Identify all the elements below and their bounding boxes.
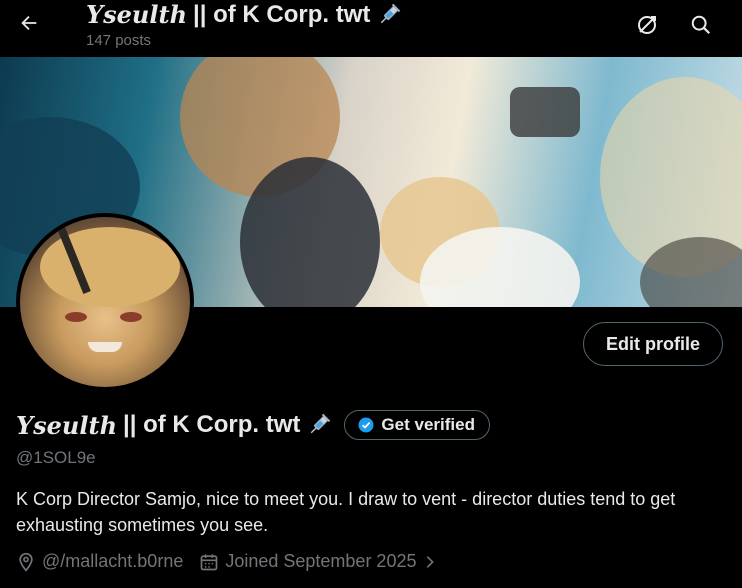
- page-title: Yseulth || of K Corp. twt: [86, 0, 402, 30]
- chevron-right-icon: [427, 555, 435, 568]
- get-verified-button[interactable]: Get verified: [344, 410, 490, 440]
- profile-handle: @1SOL9e: [16, 448, 96, 467]
- back-arrow-icon: [21, 15, 37, 31]
- profile-bio: K Corp Director Samjo, nice to meet you.…: [16, 489, 676, 535]
- search-button[interactable]: [685, 9, 717, 41]
- stats-button[interactable]: [631, 9, 663, 41]
- verified-badge-icon: [358, 417, 374, 433]
- calendar-icon: [201, 554, 218, 570]
- top-bar: Yseulth || of K Corp. twt 147 posts: [0, 0, 742, 57]
- profile-name-rest: || of K Corp. twt: [123, 411, 301, 438]
- location-icon: [19, 552, 33, 572]
- profile-name-fancy: Yseulth: [16, 410, 118, 440]
- profile-meta: @/mallacht.b0rne Joined September 2025: [16, 551, 454, 572]
- location-text[interactable]: @/mallacht.b0rne: [42, 551, 183, 572]
- profile-joined[interactable]: Joined September 2025: [199, 551, 438, 572]
- profile-location: @/mallacht.b0rne: [16, 551, 183, 572]
- edit-profile-button[interactable]: Edit profile: [583, 322, 723, 366]
- profile-avatar[interactable]: [16, 213, 194, 391]
- post-count: 147 posts: [86, 32, 152, 49]
- stats-icon: [638, 16, 656, 34]
- back-button[interactable]: [14, 8, 44, 38]
- title-fancy-name: Yseulth: [86, 0, 188, 29]
- syringe-icon: [381, 3, 401, 24]
- get-verified-label: Get verified: [381, 415, 475, 434]
- search-icon: [691, 15, 711, 35]
- syringe-icon: [311, 413, 331, 434]
- profile-display-name: Yseulth || of K Corp. twt: [16, 411, 332, 440]
- title-name-rest: || of K Corp. twt: [193, 1, 371, 28]
- joined-text: Joined September 2025: [225, 551, 417, 571]
- avatar-image: [20, 217, 190, 387]
- profile-name-row: Yseulth || of K Corp. twt Get verified: [16, 410, 490, 440]
- header-title-block: Yseulth || of K Corp. twt 147 posts: [86, 0, 402, 49]
